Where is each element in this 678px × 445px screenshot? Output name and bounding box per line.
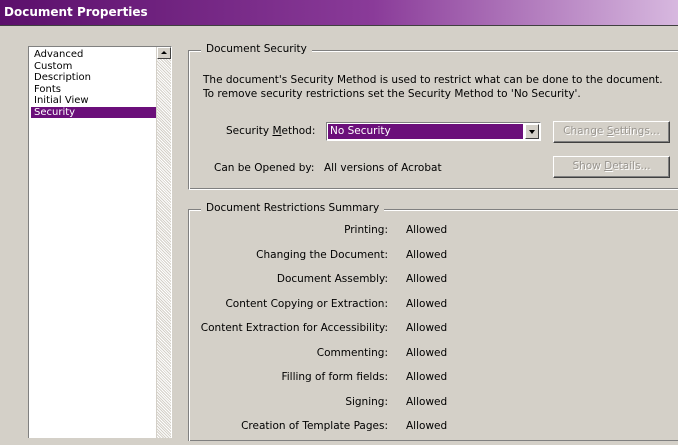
category-list-scrollbar[interactable] <box>156 47 171 438</box>
restriction-label: Content Copying or Extraction: <box>225 297 388 310</box>
sidebar-item-fonts[interactable]: Fonts <box>31 84 157 96</box>
restriction-label: Document Assembly: <box>276 273 388 285</box>
security-description: The document's Security Method is used t… <box>203 74 663 100</box>
restriction-value: Allowed <box>406 224 448 236</box>
sidebar-item-custom[interactable]: Custom <box>31 61 157 73</box>
restriction-label: Signing: <box>345 395 388 408</box>
category-list[interactable]: Advanced Custom Description Fonts Initia… <box>28 46 172 438</box>
restriction-value: Allowed <box>406 297 448 310</box>
security-method-value: No Security <box>328 124 523 139</box>
security-method-dropdown-button[interactable] <box>525 124 539 139</box>
restriction-label: Commenting: <box>316 346 388 359</box>
chevron-down-icon <box>529 130 535 134</box>
restriction-value: Allowed <box>406 395 448 408</box>
restriction-label: Printing: <box>344 224 388 236</box>
restrictions-list: Printing: Allowed Changing the Document:… <box>189 224 678 445</box>
restriction-row: Changing the Document: Allowed <box>189 249 678 274</box>
window-title: Document Properties <box>4 5 148 19</box>
restriction-value: Allowed <box>406 248 448 261</box>
dialog-frame <box>0 26 8 438</box>
restriction-label: Filling of form fields: <box>281 371 388 383</box>
restrictions-summary-group: Document Restrictions Summary Printing: … <box>188 202 678 441</box>
sidebar-item-advanced[interactable]: Advanced <box>31 49 157 61</box>
restriction-row: Creation of Template Pages: Allowed <box>189 420 678 445</box>
restriction-row: Filling of form fields: Allowed <box>189 371 678 396</box>
opened-by-label: Can be Opened by: <box>214 162 315 174</box>
show-details-button[interactable]: Show Details... <box>553 156 670 178</box>
restrictions-summary-title: Document Restrictions Summary <box>201 202 385 214</box>
restriction-value: Allowed <box>406 371 448 383</box>
restriction-label: Creation of Template Pages: <box>241 420 388 432</box>
opened-by-value: All versions of Acrobat <box>324 162 442 174</box>
restriction-row: Signing: Allowed <box>189 396 678 421</box>
sidebar-item-initial-view[interactable]: Initial View <box>31 95 157 107</box>
chevron-up-icon <box>161 51 167 54</box>
restriction-value: Allowed <box>406 273 448 285</box>
change-settings-button[interactable]: Change Settings... <box>553 121 670 143</box>
restriction-row: Content Extraction for Accessibility: Al… <box>189 322 678 347</box>
security-method-select[interactable]: No Security <box>326 122 541 141</box>
restriction-value: Allowed <box>406 322 448 334</box>
title-bar[interactable]: Document Properties <box>0 0 678 26</box>
document-security-group: Document Security The document's Securit… <box>188 43 678 190</box>
restriction-label: Changing the Document: <box>256 248 388 261</box>
restriction-label: Content Extraction for Accessibility: <box>200 322 388 334</box>
restriction-row: Printing: Allowed <box>189 224 678 249</box>
restriction-value: Allowed <box>406 420 448 432</box>
document-security-title: Document Security <box>201 43 312 55</box>
sidebar-item-description[interactable]: Description <box>31 72 157 84</box>
restriction-row: Document Assembly: Allowed <box>189 273 678 298</box>
restriction-row: Commenting: Allowed <box>189 347 678 372</box>
restriction-row: Content Copying or Extraction: Allowed <box>189 298 678 323</box>
restriction-value: Allowed <box>406 346 448 359</box>
scroll-up-button[interactable] <box>157 47 171 59</box>
security-method-label: Security Method: <box>226 125 316 137</box>
sidebar-item-security[interactable]: Security <box>31 106 157 118</box>
category-list-items: Advanced Custom Description Fonts Initia… <box>31 49 157 118</box>
